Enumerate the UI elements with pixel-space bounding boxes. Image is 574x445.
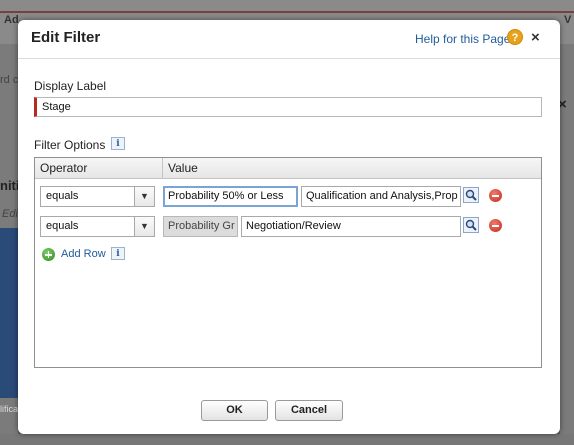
column-header-operator: Operator xyxy=(40,161,88,175)
value-range-input[interactable]: Probability Gr xyxy=(163,216,238,237)
help-link[interactable]: Help for this Page xyxy=(415,32,510,46)
lookup-icon[interactable] xyxy=(463,217,479,233)
dialog-title: Edit Filter xyxy=(31,29,101,46)
background-panel xyxy=(0,228,18,398)
info-icon[interactable]: i xyxy=(111,137,125,150)
remove-row-icon[interactable] xyxy=(489,219,502,232)
triangle-down-icon: ▼ xyxy=(140,191,149,201)
background-text: niti xyxy=(0,178,20,193)
operator-select-value: equals xyxy=(46,220,79,232)
display-label-input[interactable]: Stage xyxy=(34,97,542,117)
info-icon[interactable]: i xyxy=(111,247,125,260)
column-header-value: Value xyxy=(168,161,198,175)
dropdown-arrow[interactable]: ▼ xyxy=(134,217,154,236)
display-label-heading: Display Label xyxy=(34,79,107,93)
ok-button[interactable]: OK xyxy=(201,400,268,421)
lookup-icon[interactable] xyxy=(463,187,479,203)
operator-select-value: equals xyxy=(46,190,79,202)
close-icon[interactable]: × xyxy=(531,29,540,46)
background-text: Edi xyxy=(2,208,18,220)
background-tab-left: Ad xyxy=(4,14,19,26)
dropdown-arrow[interactable]: ▼ xyxy=(134,187,154,206)
background-tab-right: V xyxy=(564,14,572,26)
value-input[interactable]: Qualification and Analysis,Prop xyxy=(301,186,461,207)
remove-row-icon[interactable] xyxy=(489,189,502,202)
value-range-input[interactable]: Probability 50% or Less xyxy=(163,186,298,207)
background-bottom-strip xyxy=(0,434,574,445)
background-text: rd c xyxy=(0,74,19,86)
column-divider xyxy=(162,158,163,178)
background-text: lifica xyxy=(0,404,19,414)
background-divider xyxy=(0,11,574,13)
cancel-button[interactable]: Cancel xyxy=(275,400,343,421)
add-row-link[interactable]: Add Row xyxy=(61,248,106,260)
filter-table: Operator Value equals ▼ Probability 50% … xyxy=(34,157,542,368)
edit-filter-dialog: Edit Filter Help for this Page ? × Displ… xyxy=(18,20,560,434)
help-icon[interactable]: ? xyxy=(507,29,523,45)
value-input[interactable]: Negotiation/Review xyxy=(241,216,461,237)
operator-select[interactable]: equals ▼ xyxy=(40,216,155,237)
triangle-down-icon: ▼ xyxy=(140,221,149,231)
filter-options-heading: Filter Options xyxy=(34,138,106,152)
add-row-icon[interactable] xyxy=(42,248,55,261)
filter-table-header: Operator Value xyxy=(35,158,541,179)
operator-select[interactable]: equals ▼ xyxy=(40,186,155,207)
dialog-header: Edit Filter Help for this Page ? × xyxy=(18,20,560,59)
